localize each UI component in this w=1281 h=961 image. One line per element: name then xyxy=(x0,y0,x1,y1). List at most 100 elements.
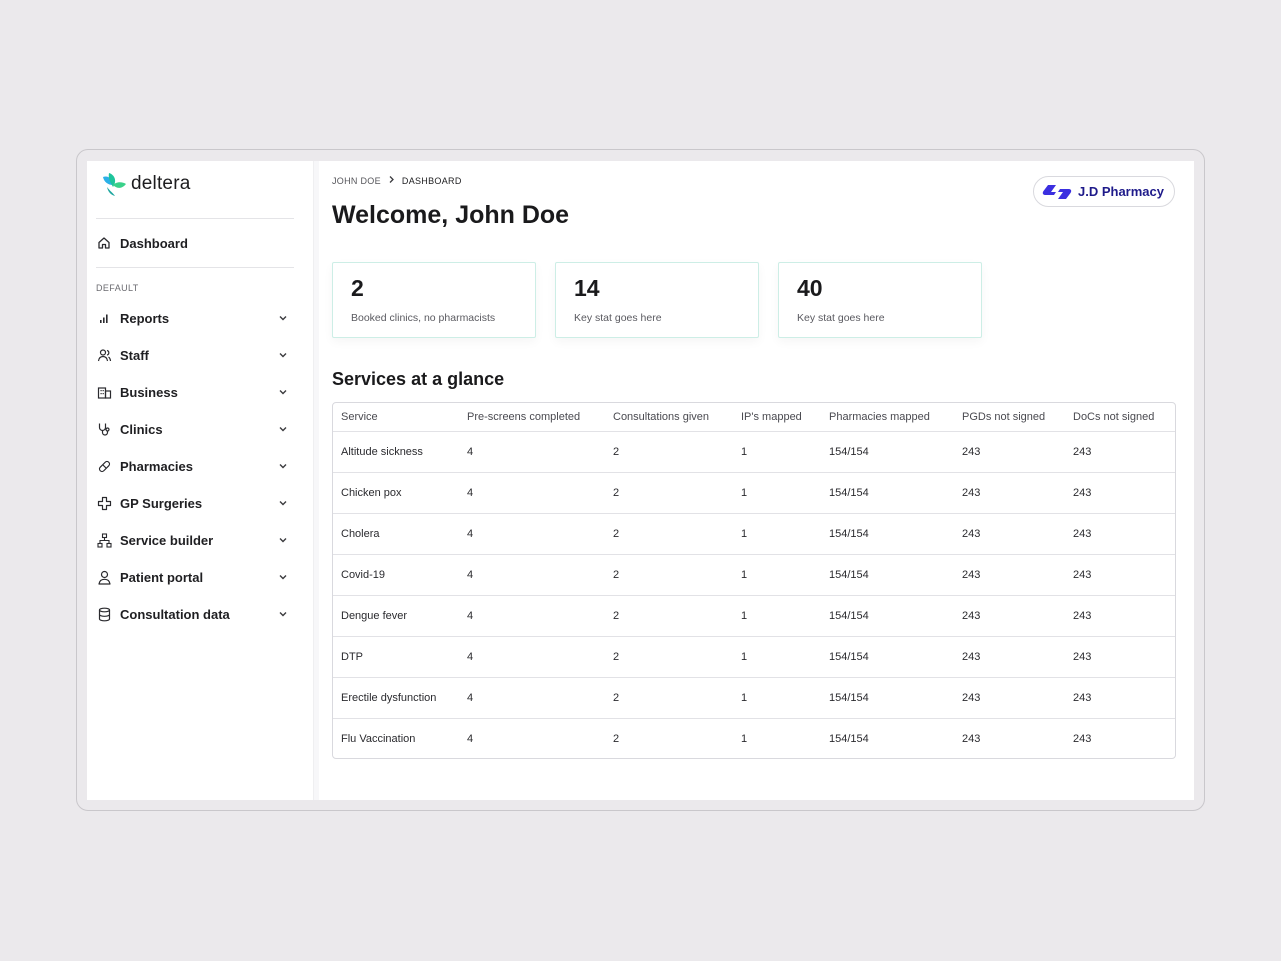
stat-card-booked-clinics[interactable]: 2 Booked clinics, no pharmacists xyxy=(332,262,536,338)
sidebar-item-patient-portal[interactable]: Patient portal xyxy=(96,563,294,591)
table-cell: 154/154 xyxy=(821,431,954,473)
table-cell: 1 xyxy=(733,677,821,719)
table-cell: 2 xyxy=(605,472,733,514)
stat-label: Key stat goes here xyxy=(797,312,885,324)
table-cell: 4 xyxy=(459,677,605,719)
chevron-right-icon xyxy=(387,175,396,186)
table-cell: 154/154 xyxy=(821,554,954,596)
table-cell: 2 xyxy=(605,431,733,473)
sidebar-item-reports[interactable]: Reports xyxy=(96,304,294,332)
sidebar-item-label: Service builder xyxy=(120,532,214,548)
table-cell: Flu Vaccination xyxy=(341,732,416,745)
pharmacy-switcher[interactable]: J.D Pharmacy xyxy=(1033,176,1175,207)
sidebar-item-dashboard[interactable]: Dashboard xyxy=(96,229,294,257)
table-cell: 1 xyxy=(733,595,821,637)
table-row[interactable]: DTP 4 2 1 154/154 243 243 xyxy=(333,636,1175,678)
brand-name: deltera xyxy=(131,173,191,194)
table-cell: 243 xyxy=(1065,431,1175,473)
chevron-down-icon[interactable] xyxy=(276,348,290,362)
bar-chart-icon xyxy=(96,310,112,326)
table-cell: Altitude sickness xyxy=(333,431,459,473)
chevron-down-icon[interactable] xyxy=(276,422,290,436)
table-cell: 243 xyxy=(1073,732,1092,745)
building-icon xyxy=(96,384,112,400)
table-cell: 243 xyxy=(962,732,981,745)
chevron-down-icon[interactable] xyxy=(276,385,290,399)
stat-value: 2 xyxy=(351,275,364,301)
stat-card-key-stat-3[interactable]: 40 Key stat goes here xyxy=(778,262,982,338)
pharmacy-name: J.D Pharmacy xyxy=(1078,184,1164,199)
table-cell: 243 xyxy=(954,513,1065,555)
table-cell: 1 xyxy=(733,513,821,555)
sidebar-item-pharmacies[interactable]: Pharmacies xyxy=(96,452,294,480)
table-row[interactable]: Altitude sickness 4 2 1 154/154 243 243 xyxy=(333,431,1175,473)
column-header-pre-screens[interactable]: Pre-screens completed xyxy=(459,403,605,432)
chevron-down-icon[interactable] xyxy=(276,607,290,621)
database-icon xyxy=(96,606,112,622)
table-cell: 4 xyxy=(459,513,605,555)
sidebar-item-label: Clinics xyxy=(120,421,163,437)
table-cell: 1 xyxy=(733,472,821,514)
medical-cross-icon xyxy=(96,495,112,511)
sidebar-item-business[interactable]: Business xyxy=(96,378,294,406)
sidebar-item-consultation-data[interactable]: Consultation data xyxy=(96,600,294,628)
column-header-docs-not-signed[interactable]: DoCs not signed xyxy=(1065,403,1175,432)
table-row[interactable]: Covid-19 4 2 1 154/154 243 243 xyxy=(333,554,1175,596)
table-cell: 4 xyxy=(459,431,605,473)
sidebar-item-label: Reports xyxy=(120,310,170,326)
column-header-service[interactable]: Service xyxy=(333,403,459,432)
table-cell: 4 xyxy=(459,595,605,637)
table-cell: 2 xyxy=(605,595,733,637)
table-cell: 2 xyxy=(605,677,733,719)
services-table: Service Pre-screens completed Consultati… xyxy=(332,402,1176,759)
sidebar-divider xyxy=(96,267,294,268)
table-cell: 243 xyxy=(1065,554,1175,596)
table-row[interactable]: Erectile dysfunction 4 2 1 154/154 243 243 xyxy=(333,677,1175,719)
table-cell: 243 xyxy=(1065,677,1175,719)
column-header-ips-mapped[interactable]: IP's mapped xyxy=(733,403,821,432)
table-cell: 243 xyxy=(1065,472,1175,514)
table-cell: 2 xyxy=(605,513,733,555)
table-cell: 2 xyxy=(605,554,733,596)
table-cell: 4 xyxy=(459,636,605,678)
chevron-down-icon[interactable] xyxy=(276,570,290,584)
stethoscope-icon xyxy=(96,421,112,437)
stat-card-key-stat-2[interactable]: 14 Key stat goes here xyxy=(555,262,759,338)
table-cell: 154/154 xyxy=(821,472,954,514)
table-cell: 243 xyxy=(954,554,1065,596)
sidebar-item-service-builder[interactable]: Service builder xyxy=(96,526,294,554)
table-row[interactable]: Cholera 4 2 1 154/154 243 243 xyxy=(333,513,1175,555)
chevron-down-icon[interactable] xyxy=(276,459,290,473)
column-header-consultations[interactable]: Consultations given xyxy=(605,403,733,432)
table-cell: 243 xyxy=(954,431,1065,473)
table-cell: 4 xyxy=(459,554,605,596)
app-window: deltera Dashboard DEFAULT Reports Staff xyxy=(87,161,1194,800)
pill-icon xyxy=(96,458,112,474)
column-header-pgds-not-signed[interactable]: PGDs not signed xyxy=(954,403,1065,432)
table-cell: 1 xyxy=(733,554,821,596)
services-section-title: Services at a glance xyxy=(332,369,505,389)
table-row[interactable]: Dengue fever 4 2 1 154/154 243 243 xyxy=(333,595,1175,637)
table-cell: Cholera xyxy=(333,513,459,555)
table-row[interactable]: Flu Vaccination 4 2 1 154/154 243 243 xyxy=(333,718,1175,758)
sidebar-item-gp-surgeries[interactable]: GP Surgeries xyxy=(96,489,294,517)
table-cell: Covid-19 xyxy=(333,554,459,596)
deltera-logo-icon xyxy=(103,173,126,196)
table-cell: 243 xyxy=(954,636,1065,678)
table-cell: DTP xyxy=(333,636,459,678)
hierarchy-icon xyxy=(96,532,112,548)
table-row[interactable]: Chicken pox 4 2 1 154/154 243 243 xyxy=(333,472,1175,514)
pharmacy-logo-icon xyxy=(1042,184,1072,199)
page-title: Welcome, John Doe xyxy=(332,201,570,229)
breadcrumb-item-user[interactable]: JOHN DOE xyxy=(332,176,381,186)
chevron-down-icon[interactable] xyxy=(276,533,290,547)
table-cell: Erectile dysfunction xyxy=(333,677,459,719)
brand-logo[interactable]: deltera xyxy=(99,171,191,197)
sidebar-item-clinics[interactable]: Clinics xyxy=(96,415,294,443)
home-icon xyxy=(96,235,112,251)
sidebar-divider xyxy=(96,218,294,219)
chevron-down-icon[interactable] xyxy=(276,311,290,325)
chevron-down-icon[interactable] xyxy=(276,496,290,510)
column-header-pharmacies-mapped[interactable]: Pharmacies mapped xyxy=(821,403,954,432)
sidebar-item-staff[interactable]: Staff xyxy=(96,341,294,369)
